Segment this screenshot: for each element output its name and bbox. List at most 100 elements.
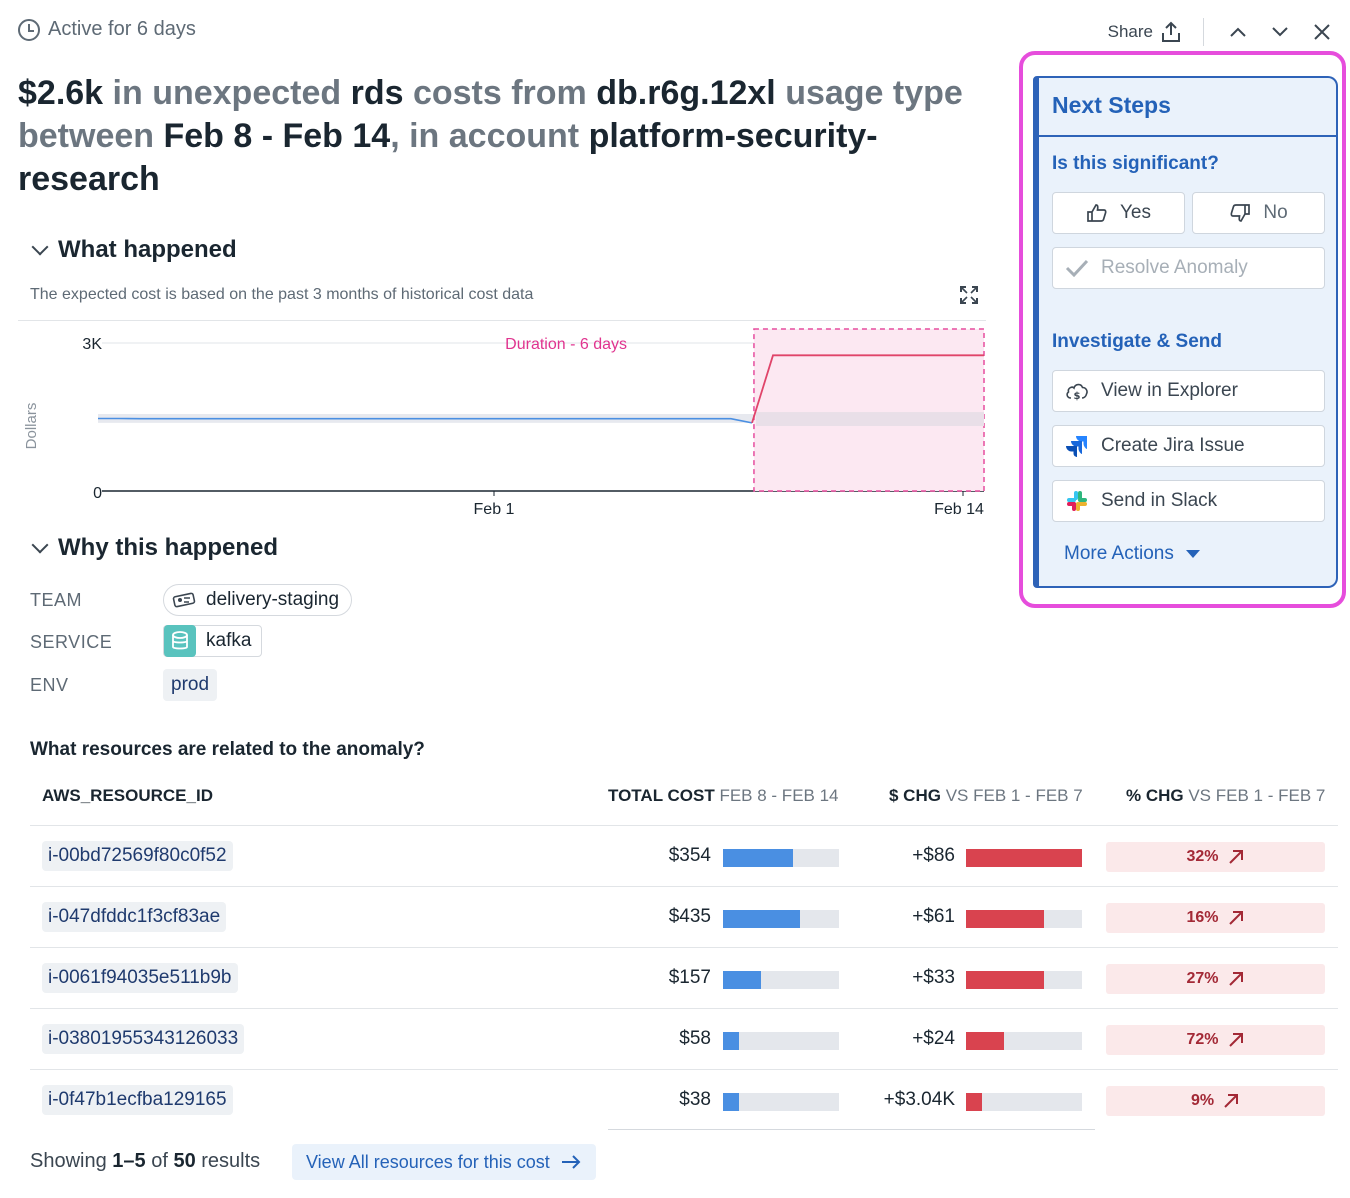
x-tick-label: Feb 1 — [474, 501, 515, 518]
significant-question: Is this significant? — [1052, 153, 1219, 174]
cost-bar-fill — [723, 1032, 739, 1050]
clock-icon — [18, 18, 40, 41]
col-dollar-change[interactable]: $ CHG VS FEB 1 - FEB 7 — [889, 786, 1083, 806]
resolve-anomaly-button[interactable]: Resolve Anomaly — [1052, 247, 1325, 289]
col-resource-id[interactable]: AWS_RESOURCE_ID — [42, 786, 213, 806]
create-jira-issue-button[interactable]: Create Jira Issue — [1052, 425, 1325, 467]
cost-bar — [723, 1032, 839, 1050]
chevron-down-icon — [31, 536, 49, 554]
more-actions-label: More Actions — [1064, 543, 1174, 564]
why-happened-toggle[interactable]: Why this happened — [31, 534, 279, 562]
change-bar-fill — [966, 849, 1082, 867]
change-bar — [966, 971, 1082, 989]
results-summary: Showing 1–5 of 50 results — [30, 1150, 260, 1173]
chevron-down-icon[interactable] — [1268, 20, 1292, 44]
investigate-heading: Investigate & Send — [1052, 331, 1222, 352]
title-usage-type: db.r6g.12xl — [596, 74, 776, 112]
dollar-change: +$86 — [912, 845, 955, 866]
title-amount: $2.6k — [18, 74, 104, 112]
cost-bar — [723, 1093, 839, 1111]
service-value: kafka — [206, 630, 252, 651]
percent-change-badge: 32% — [1106, 842, 1325, 872]
expand-icon[interactable] — [958, 284, 980, 306]
jira-label: Create Jira Issue — [1101, 435, 1245, 456]
arrow-up-right-icon — [1228, 850, 1243, 864]
summary-text: Showing — [30, 1150, 113, 1172]
col-subtitle: VS FEB 1 - FEB 7 — [1183, 786, 1326, 805]
team-tag[interactable]: delivery-staging — [163, 584, 353, 616]
resource-id[interactable]: i-03801955343126033 — [42, 1024, 245, 1054]
view-in-explorer-button[interactable]: $ View in Explorer — [1052, 370, 1325, 412]
total-cost: $354 — [668, 845, 711, 866]
col-title: $ CHG — [889, 786, 941, 805]
change-bar-fill — [966, 1032, 1004, 1050]
active-duration: Active for 6 days — [18, 18, 196, 41]
section-title: Why this happened — [58, 534, 279, 561]
cost-bar-fill — [723, 971, 761, 989]
arrow-up-right-icon — [1224, 1094, 1239, 1108]
change-bar — [966, 849, 1082, 867]
view-all-resources-button[interactable]: View All resources for this cost — [292, 1144, 596, 1180]
percent-change-value: 72% — [1186, 1031, 1219, 1048]
resource-id[interactable]: i-0f47b1ecfba129165 — [42, 1085, 233, 1115]
thumbs-down-icon — [1230, 204, 1251, 222]
cost-chart: Dollars 3K 0 Feb 1 Feb 14 Duration - 6 d… — [18, 320, 986, 520]
percent-change-value: 16% — [1186, 909, 1219, 926]
total-cost: $58 — [679, 1028, 711, 1049]
summary-total: 50 — [173, 1150, 196, 1172]
active-text: Active for 6 days — [48, 18, 196, 40]
anomaly-title: $2.6k in unexpected rds costs from db.r6… — [18, 72, 978, 201]
cost-bar-fill — [723, 1093, 739, 1111]
send-in-slack-button[interactable]: Send in Slack — [1052, 480, 1325, 522]
y-tick-label: 3K — [82, 336, 102, 353]
total-cost: $157 — [668, 967, 711, 988]
arrow-up-right-icon — [1228, 911, 1243, 925]
upload-icon — [1162, 21, 1180, 42]
slack-label: Send in Slack — [1101, 490, 1218, 511]
team-value: delivery-staging — [206, 589, 340, 610]
arrow-up-right-icon — [1228, 972, 1243, 986]
chevron-up-icon[interactable] — [1226, 20, 1250, 44]
col-title: % CHG — [1126, 786, 1184, 805]
resource-id[interactable]: i-00bd72569f80c0f52 — [42, 841, 233, 871]
row-divider — [30, 825, 1338, 826]
dollar-change: +$3.04K — [883, 1089, 955, 1110]
thumbs-up-icon — [1087, 204, 1107, 222]
row-divider — [30, 947, 1338, 948]
chevron-down-icon — [31, 238, 49, 256]
yes-button[interactable]: Yes — [1052, 192, 1185, 234]
divider — [1203, 18, 1204, 46]
title-text: in unexpected — [103, 74, 351, 112]
service-tag[interactable]: kafka — [163, 625, 263, 657]
resource-id[interactable]: i-0061f94035e511b9b — [42, 963, 238, 993]
total-cost: $435 — [668, 906, 711, 927]
row-divider — [30, 1069, 1338, 1070]
cost-bar — [723, 910, 839, 928]
col-total-cost[interactable]: TOTAL COST FEB 8 - FEB 14 — [608, 786, 839, 806]
col-title: AWS_RESOURCE_ID — [42, 786, 213, 805]
share-button[interactable]: Share — [1108, 21, 1181, 43]
close-icon[interactable] — [1310, 20, 1334, 44]
caret-down-icon — [1185, 550, 1200, 558]
col-percent-change[interactable]: % CHG VS FEB 1 - FEB 7 — [1126, 786, 1325, 806]
next-steps-title: Next Steps — [1052, 92, 1171, 118]
title-text: costs from — [403, 74, 597, 112]
change-bar-fill — [966, 971, 1044, 989]
section-title: What happened — [58, 236, 237, 263]
summary-text: results — [195, 1150, 261, 1172]
env-value: prod — [171, 674, 210, 695]
change-bar — [966, 1093, 1082, 1111]
service-label: SERVICE — [30, 632, 113, 652]
resources-question: What resources are related to the anomal… — [30, 739, 425, 760]
divider — [1039, 135, 1336, 137]
no-button[interactable]: No — [1192, 192, 1325, 234]
env-tag[interactable]: prod — [163, 669, 218, 701]
dollar-change: +$61 — [912, 906, 955, 927]
what-happened-toggle[interactable]: What happened — [31, 236, 237, 264]
title-text: , in account — [390, 117, 589, 155]
explorer-label: View in Explorer — [1101, 380, 1238, 401]
more-actions-dropdown[interactable]: More Actions — [1064, 543, 1200, 565]
team-icon — [172, 592, 196, 608]
resource-id[interactable]: i-047dfddc1f3cf83ae — [42, 902, 227, 932]
change-bar — [966, 1032, 1082, 1050]
